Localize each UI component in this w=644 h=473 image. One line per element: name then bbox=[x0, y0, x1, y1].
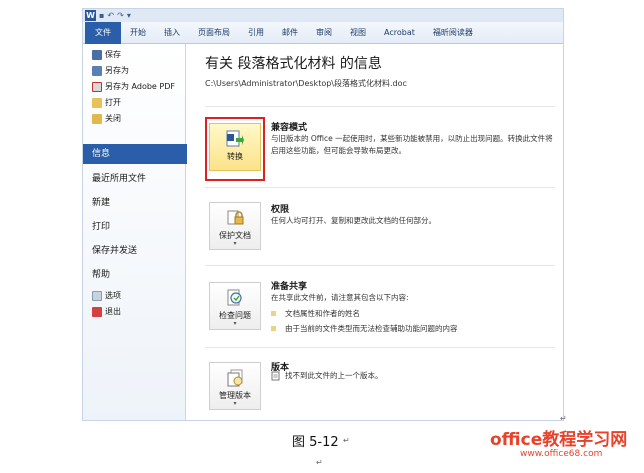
sidebar-item-close[interactable]: 关闭 bbox=[83, 111, 186, 126]
list-item: 由于当前的文件类型而无法检查辅助功能问题的内容 bbox=[271, 323, 458, 334]
tab-foxit-reader[interactable]: 福昕阅读器 bbox=[424, 22, 482, 44]
compat-text: 与旧版本的 Office 一起使用时，某些新功能被禁用，以防止出现问题。转换此文… bbox=[271, 134, 553, 155]
word-window: W ▪ ↶ ↷ ▾ 文件 开始 插入 页面布局 引用 邮件 审阅 视图 Acro… bbox=[82, 8, 564, 421]
tab-insert[interactable]: 插入 bbox=[155, 22, 189, 44]
sidebar-item-new[interactable]: 新建 bbox=[83, 193, 186, 213]
permissions-text: 任何人均可打开、复制和更改此文档的任何部分。 bbox=[271, 216, 436, 225]
tab-file[interactable]: 文件 bbox=[85, 21, 121, 44]
versions-status: 找不到此文件的上一个版本。 bbox=[271, 370, 383, 381]
title-bar: W ▪ ↶ ↷ ▾ bbox=[83, 9, 563, 22]
paragraph-mark: ↵ bbox=[560, 414, 567, 423]
quick-access-toolbar: W ▪ ↶ ↷ ▾ bbox=[85, 10, 131, 21]
close-folder-icon bbox=[92, 113, 102, 124]
save-icon bbox=[92, 49, 102, 60]
undo-icon[interactable]: ↶ bbox=[107, 10, 114, 21]
sidebar-item-recent[interactable]: 最近所用文件 bbox=[83, 169, 186, 189]
save-as-icon bbox=[92, 65, 102, 76]
list-item: 文档属性和作者的姓名 bbox=[271, 308, 360, 319]
divider bbox=[205, 106, 555, 107]
sidebar-item-options[interactable]: 选项 bbox=[83, 288, 186, 303]
customize-qat-icon[interactable]: ▾ bbox=[127, 10, 131, 21]
tab-home[interactable]: 开始 bbox=[121, 22, 155, 44]
bullet-icon bbox=[271, 326, 276, 331]
compat-heading: 兼容模式 bbox=[271, 123, 308, 133]
chevron-down-icon: ▾ bbox=[233, 400, 237, 407]
prepare-text: 在共享此文件前，请注意其包含以下内容: bbox=[271, 293, 409, 302]
chevron-down-icon: ▾ bbox=[233, 240, 237, 247]
sidebar-item-save[interactable]: 保存 bbox=[83, 47, 186, 62]
file-path: C:\Users\Administrator\Desktop\段落格式化材料.d… bbox=[205, 79, 407, 88]
sidebar-item-help[interactable]: 帮助 bbox=[83, 265, 186, 285]
paragraph-mark: ↵ bbox=[316, 458, 323, 467]
sidebar-item-save-as[interactable]: 另存为 bbox=[83, 63, 186, 78]
word-logo-icon: W bbox=[85, 10, 96, 21]
tab-view[interactable]: 视图 bbox=[341, 22, 375, 44]
convert-document-icon bbox=[226, 130, 244, 147]
convert-button[interactable]: 转换 bbox=[209, 123, 261, 171]
backstage-sidebar: 保存 另存为 另存为 Adobe PDF 打开 关闭 信息 最近所用文件 新建 … bbox=[83, 44, 195, 420]
protect-document-button[interactable]: 保护文档 ▾ bbox=[209, 202, 261, 250]
sidebar-item-save-send[interactable]: 保存并发送 bbox=[83, 241, 186, 261]
bullet-icon bbox=[271, 311, 276, 316]
ribbon-tabs: 文件 开始 插入 页面布局 引用 邮件 审阅 视图 Acrobat 福昕阅读器 bbox=[83, 21, 563, 44]
document-icon bbox=[271, 371, 280, 380]
sidebar-item-info[interactable]: 信息 bbox=[83, 144, 195, 164]
redo-icon[interactable]: ↷ bbox=[117, 10, 124, 21]
divider bbox=[205, 187, 555, 188]
sidebar-item-print[interactable]: 打印 bbox=[83, 217, 186, 237]
paragraph-mark: ↵ bbox=[343, 436, 350, 445]
open-folder-icon bbox=[92, 97, 102, 108]
info-pane: 有关 段落格式化材料 的信息 C:\Users\Administrator\De… bbox=[187, 44, 563, 420]
options-icon bbox=[92, 290, 102, 301]
lock-icon bbox=[227, 210, 244, 225]
tab-references[interactable]: 引用 bbox=[239, 22, 273, 44]
check-issues-button[interactable]: 检查问题 ▾ bbox=[209, 282, 261, 330]
figure-caption: 图 5-12 bbox=[292, 435, 339, 450]
sidebar-item-open[interactable]: 打开 bbox=[83, 95, 186, 110]
tab-review[interactable]: 审阅 bbox=[307, 22, 341, 44]
sidebar-item-exit[interactable]: 退出 bbox=[83, 304, 186, 319]
watermark-url: www.office68.com bbox=[520, 449, 603, 459]
manage-versions-button[interactable]: 管理版本 ▾ bbox=[209, 362, 261, 410]
tab-mailings[interactable]: 邮件 bbox=[273, 22, 307, 44]
chevron-down-icon: ▾ bbox=[233, 320, 237, 327]
exit-icon bbox=[92, 306, 102, 317]
divider bbox=[205, 347, 555, 348]
save-icon[interactable]: ▪ bbox=[99, 10, 104, 21]
page-title: 有关 段落格式化材料 的信息 bbox=[205, 56, 382, 72]
permissions-heading: 权限 bbox=[271, 205, 290, 215]
versions-icon bbox=[227, 369, 243, 387]
inspect-document-icon bbox=[227, 289, 242, 306]
tab-acrobat[interactable]: Acrobat bbox=[375, 22, 424, 44]
divider bbox=[205, 265, 555, 266]
tab-page-layout[interactable]: 页面布局 bbox=[189, 22, 239, 44]
sidebar-item-save-as-pdf[interactable]: 另存为 Adobe PDF bbox=[83, 79, 186, 94]
prepare-heading: 准备共享 bbox=[271, 282, 308, 292]
watermark-logo-text: office教程学习网 bbox=[490, 430, 628, 450]
pdf-icon bbox=[92, 81, 102, 92]
